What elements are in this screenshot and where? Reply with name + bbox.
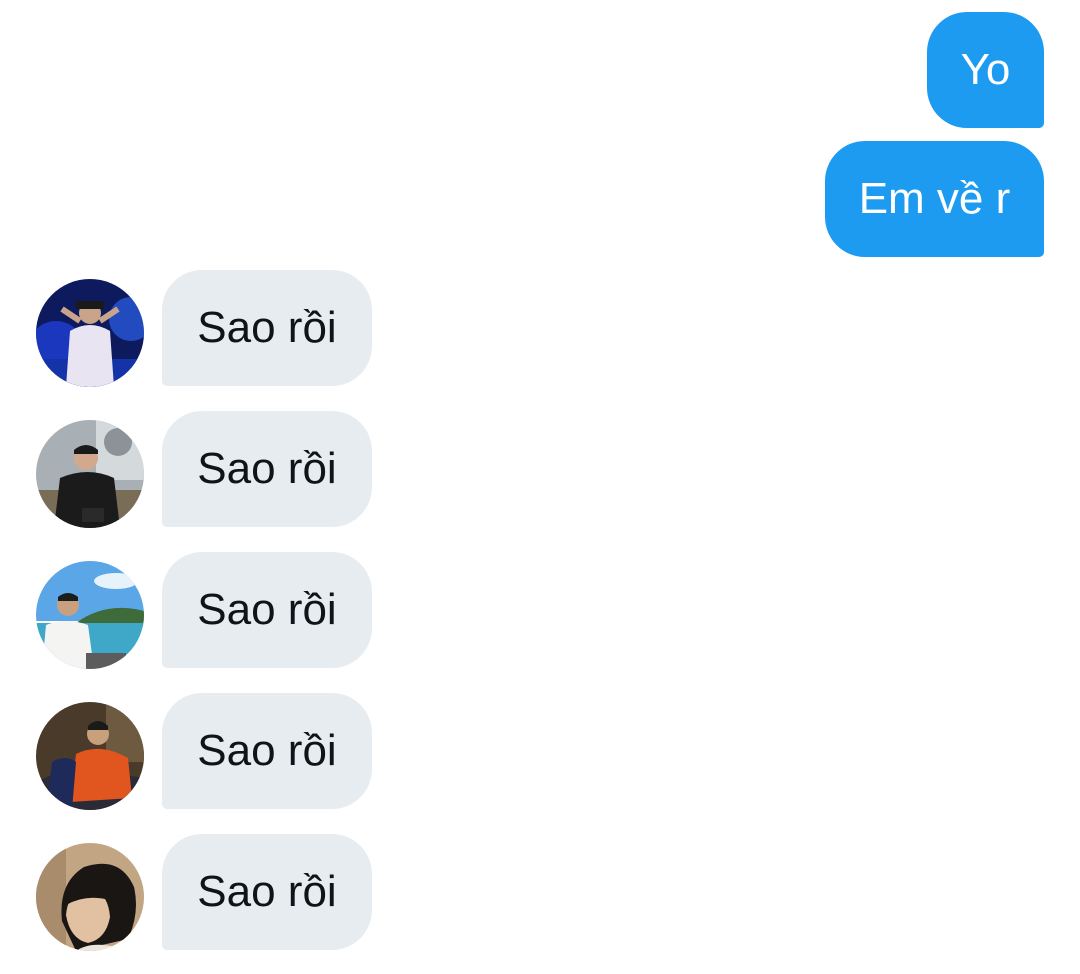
avatar-photo-concert — [36, 279, 144, 387]
avatar-photo-portrait — [36, 843, 144, 951]
avatar-photo-indoor — [36, 702, 144, 810]
message-thread: Yo Em về r Sao rồi Sao rồi Sao rồi Sao r… — [0, 0, 1080, 974]
sent-message-bubble[interactable]: Yo — [927, 12, 1044, 128]
received-message-bubble[interactable]: Sao rồi — [162, 270, 372, 386]
avatar-photo-sea — [36, 561, 144, 669]
received-message-bubble[interactable]: Sao rồi — [162, 552, 372, 668]
avatar[interactable] — [36, 843, 144, 951]
received-message-bubble[interactable]: Sao rồi — [162, 834, 372, 950]
avatar[interactable] — [36, 279, 144, 387]
avatar[interactable] — [36, 561, 144, 669]
avatar-photo-street — [36, 420, 144, 528]
sent-message-bubble[interactable]: Em về r — [825, 141, 1044, 257]
avatar[interactable] — [36, 702, 144, 810]
received-message-bubble[interactable]: Sao rồi — [162, 411, 372, 527]
avatar[interactable] — [36, 420, 144, 528]
received-message-bubble[interactable]: Sao rồi — [162, 693, 372, 809]
